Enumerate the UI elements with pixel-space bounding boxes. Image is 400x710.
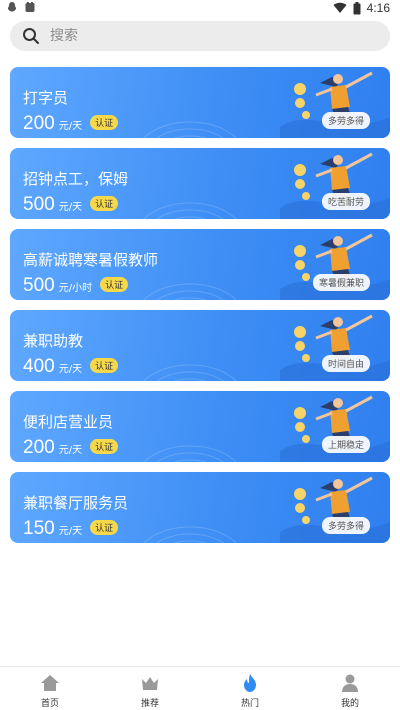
job-pay: 200 元/天 认证 (23, 113, 119, 135)
tab-hot[interactable]: 热门 (200, 667, 300, 710)
job-list: 打字员 200 元/天 认证 多劳多得 招钟点工，保姆 500 元/天 认证 吃… (10, 67, 390, 553)
job-tag: 时间自由 (321, 355, 370, 372)
job-pay: 400 元/天 认证 (23, 356, 119, 378)
job-title: 打字员 (23, 89, 69, 107)
qq-penguin-icon (7, 2, 17, 12)
tab-label: 首页 (40, 699, 59, 709)
person-icon (342, 674, 358, 692)
swirl-decoration (143, 202, 237, 219)
verified-badge: 认证 (90, 114, 119, 130)
job-title: 便利店营业员 (23, 413, 114, 431)
search-bar[interactable] (10, 21, 390, 51)
job-card[interactable]: 高薪诚聘寒暑假教师 500 元/小时 认证 寒暑假兼职 (10, 229, 390, 300)
home-icon (41, 675, 59, 691)
job-title: 兼职助教 (23, 332, 84, 350)
job-card[interactable]: 兼职助教 400 元/天 认证 时间自由 (10, 310, 390, 381)
pay-unit: 元/天 (58, 445, 83, 456)
status-time: 4:16 (366, 1, 390, 15)
tab-recommend[interactable]: 推荐 (100, 667, 200, 710)
job-card[interactable]: 招钟点工，保姆 500 元/天 认证 吃苦耐劳 (10, 148, 390, 219)
notification-square-icon (25, 2, 35, 12)
pay-amount: 400 (23, 356, 55, 377)
pay-amount: 500 (23, 275, 55, 296)
swirl-decoration (143, 121, 237, 138)
pay-amount: 200 (23, 113, 55, 134)
job-pay: 150 元/天 认证 (23, 518, 119, 540)
pay-unit: 元/小时 (58, 283, 93, 294)
pay-unit: 元/天 (58, 121, 83, 132)
job-title: 兼职餐厅服务员 (23, 494, 129, 512)
tab-mine[interactable]: 我的 (300, 667, 400, 710)
job-pay: 500 元/天 认证 (23, 194, 119, 216)
pay-amount: 200 (23, 437, 55, 458)
tab-label: 我的 (340, 699, 359, 709)
pay-amount: 500 (23, 194, 55, 215)
flame-icon (244, 674, 256, 692)
swirl-decoration (143, 445, 237, 462)
job-card[interactable]: 便利店营业员 200 元/天 认证 上期稳定 (10, 391, 390, 462)
tab-label: 热门 (240, 699, 259, 709)
verified-badge: 认证 (90, 438, 119, 454)
pay-amount: 150 (23, 518, 55, 539)
job-pay: 200 元/天 认证 (23, 437, 119, 459)
verified-badge: 认证 (90, 357, 119, 373)
pay-unit: 元/天 (58, 526, 83, 537)
search-input[interactable] (50, 28, 350, 44)
job-pay: 500 元/小时 认证 (23, 275, 129, 297)
status-bar: 4:16 (0, 0, 400, 16)
job-tag: 寒暑假兼职 (312, 274, 370, 291)
tab-label: 推荐 (140, 699, 159, 709)
job-card[interactable]: 打字员 200 元/天 认证 多劳多得 (10, 67, 390, 138)
crown-icon (142, 677, 158, 690)
swirl-decoration (143, 364, 237, 381)
verified-badge: 认证 (90, 519, 119, 535)
pay-unit: 元/天 (58, 364, 83, 375)
job-tag: 上期稳定 (321, 436, 370, 453)
job-tag: 多劳多得 (321, 517, 370, 534)
wifi-icon (333, 2, 347, 13)
verified-badge: 认证 (100, 276, 129, 292)
pay-unit: 元/天 (58, 202, 83, 213)
tab-home[interactable]: 首页 (0, 667, 100, 710)
job-tag: 多劳多得 (321, 112, 370, 129)
job-tag: 吃苦耐劳 (321, 193, 370, 210)
battery-icon (353, 1, 361, 14)
bottom-tab-bar: 首页 推荐 热门 我的 (0, 666, 400, 710)
job-title: 高薪诚聘寒暑假教师 (23, 251, 159, 269)
swirl-decoration (143, 526, 237, 543)
job-card[interactable]: 兼职餐厅服务员 150 元/天 认证 多劳多得 (10, 472, 390, 543)
search-icon (23, 28, 39, 44)
job-title: 招钟点工，保姆 (23, 170, 129, 188)
verified-badge: 认证 (90, 195, 119, 211)
